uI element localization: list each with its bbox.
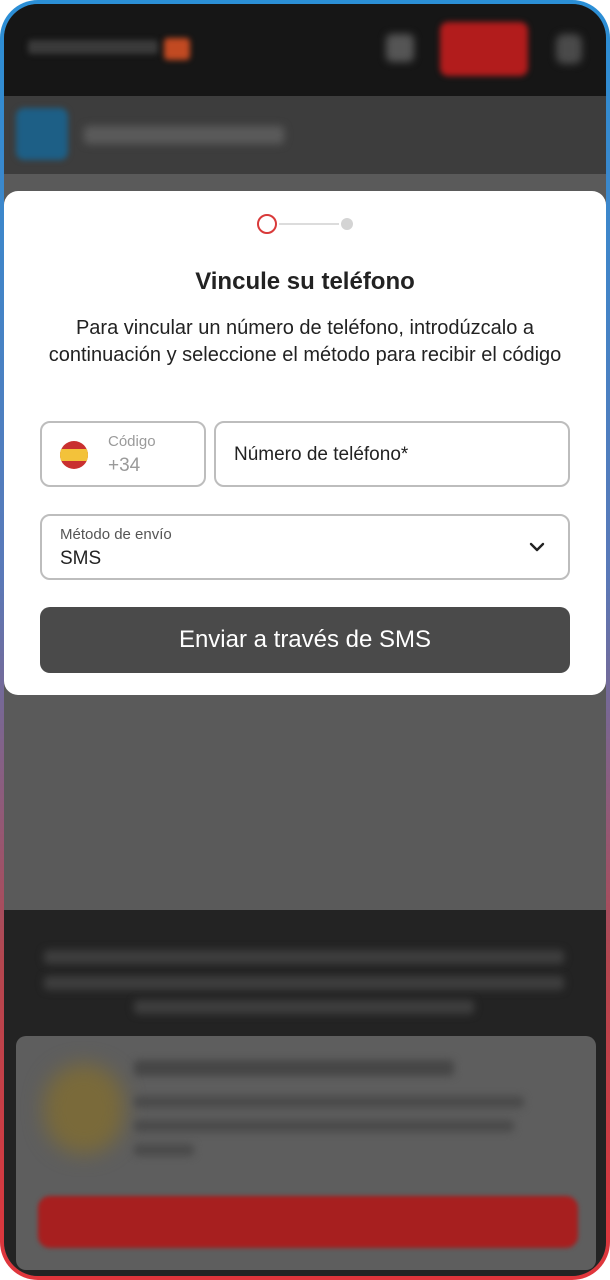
background-cta-button	[440, 22, 528, 76]
country-code-selector[interactable]: Código +34	[40, 421, 206, 487]
app-screen: Vincule su teléfono Para vincular un núm…	[4, 4, 606, 1276]
send-sms-button[interactable]: Enviar a través de SMS	[40, 607, 570, 673]
country-code-label: Código	[108, 433, 156, 450]
background-bar-title	[84, 126, 284, 144]
country-code-value: +34	[108, 455, 141, 476]
background-card-line	[134, 1144, 194, 1156]
stepper-inactive-step	[341, 218, 353, 230]
background-user-icon	[556, 34, 582, 64]
background-back-button	[16, 108, 68, 160]
background-header	[4, 4, 606, 96]
stepper-connector	[279, 223, 339, 225]
background-text-line	[134, 1000, 474, 1014]
background-card-line	[134, 1120, 514, 1132]
stepper-active-step	[257, 214, 277, 234]
send-method-value: SMS	[60, 548, 102, 569]
background-flag-icon	[164, 38, 190, 60]
spain-flag-icon	[60, 441, 88, 469]
background-text-line	[44, 976, 564, 990]
phone-number-input[interactable]	[234, 441, 554, 469]
background-card-title	[134, 1060, 454, 1076]
chevron-down-icon	[529, 542, 545, 552]
modal-title: Vincule su teléfono	[195, 268, 415, 295]
background-red-button	[38, 1196, 578, 1248]
modal-description: Para vincular un número de teléfono, int…	[48, 317, 562, 366]
send-method-label: Método de envío	[60, 526, 172, 543]
background-gift-icon	[386, 34, 414, 62]
background-logo	[28, 40, 158, 54]
background-text-line	[44, 950, 564, 964]
device-frame: Vincule su teléfono Para vincular un núm…	[0, 0, 610, 1280]
link-phone-modal: Vincule su teléfono Para vincular un núm…	[4, 191, 606, 695]
background-card-line	[134, 1096, 524, 1108]
progress-stepper	[257, 214, 357, 238]
send-method-select[interactable]: Método de envío SMS	[40, 514, 570, 580]
phone-number-field[interactable]	[214, 421, 570, 487]
background-coins-icon	[44, 1064, 124, 1154]
